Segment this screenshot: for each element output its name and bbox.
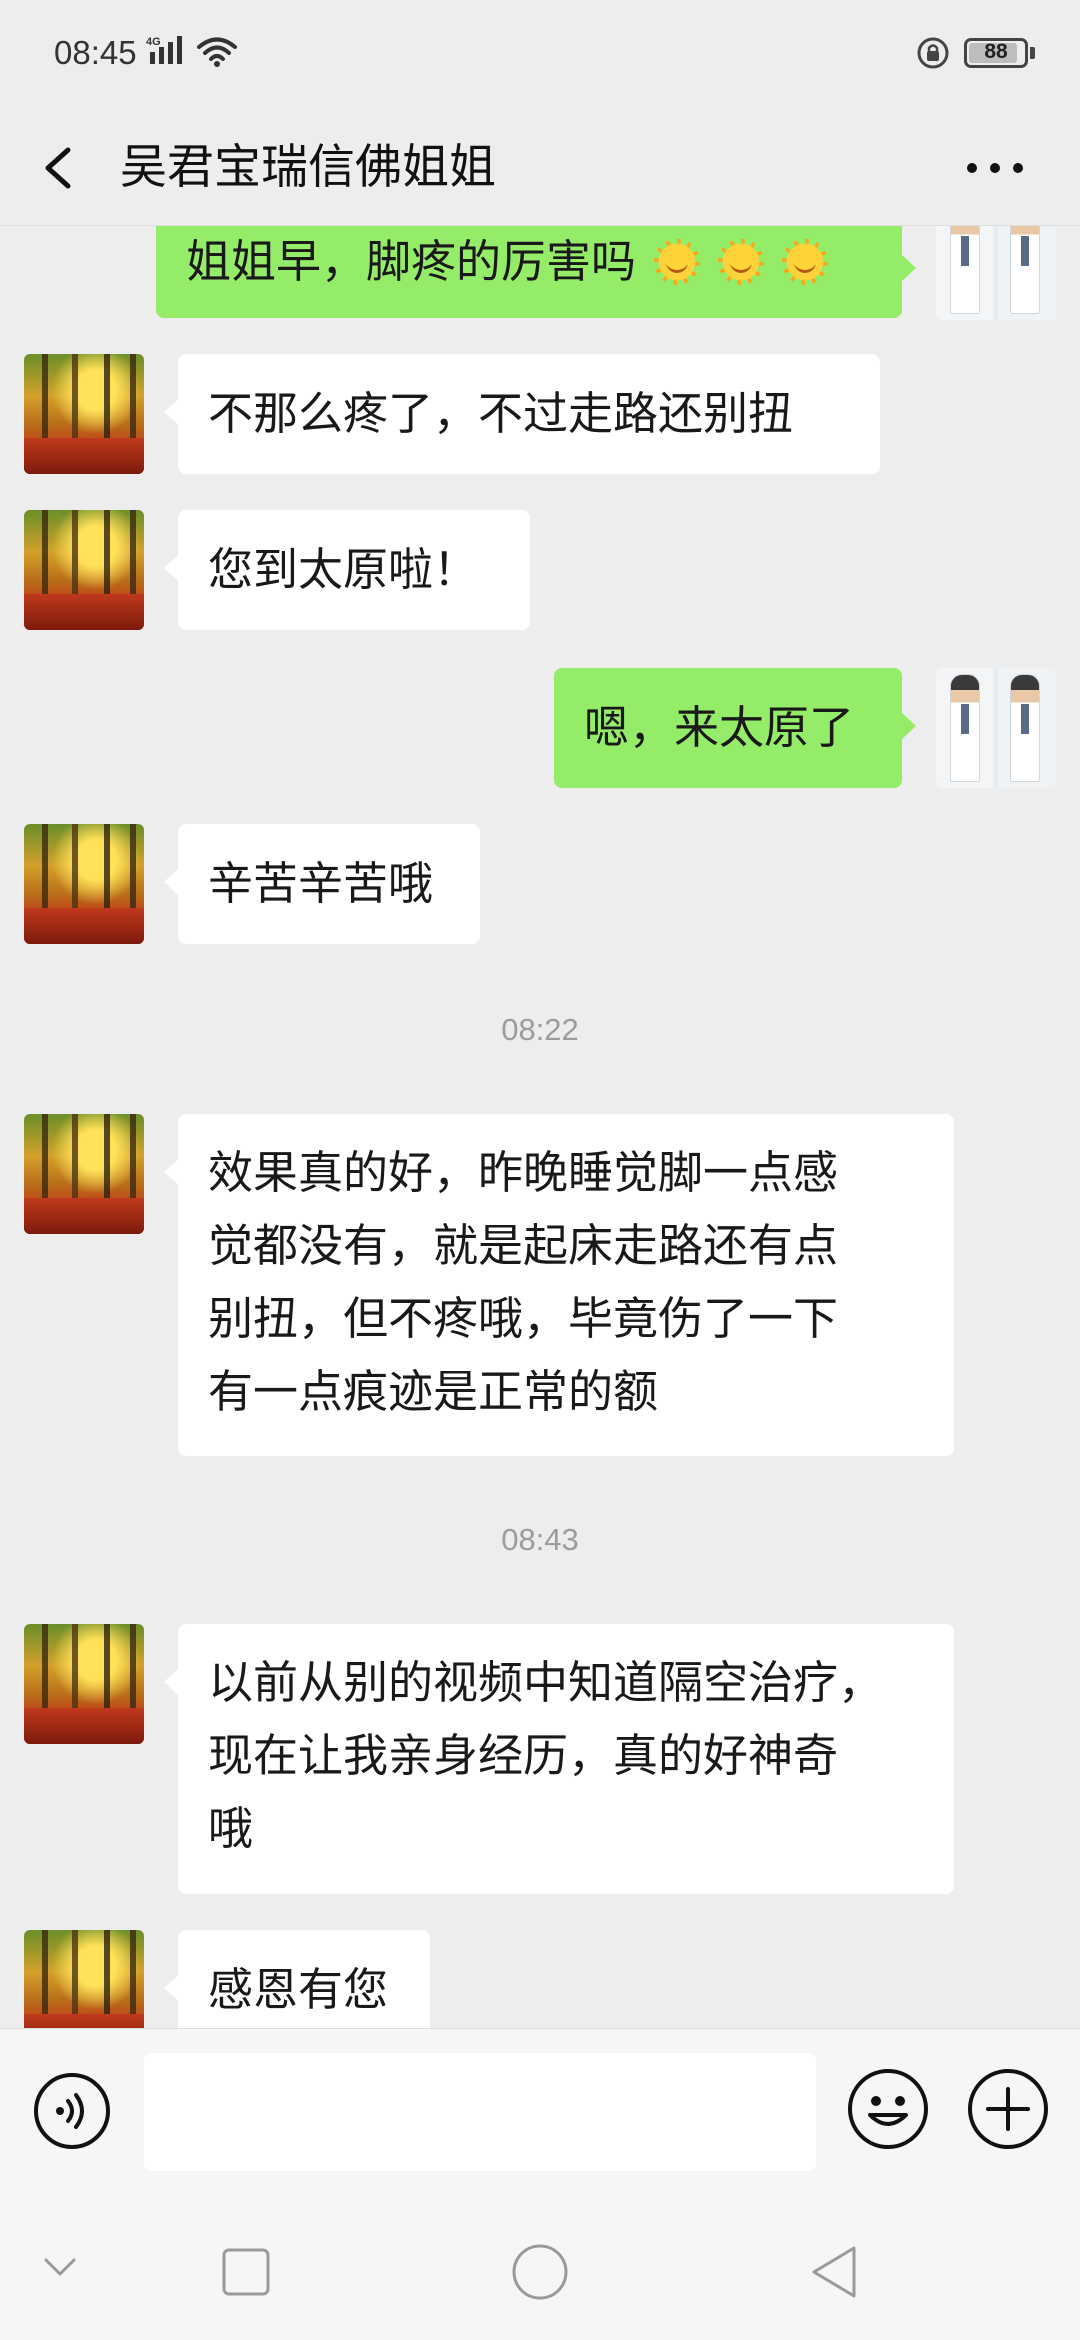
emoji-icon[interactable] (846, 2067, 930, 2151)
message-line: 现在让我亲身经历，真的好神奇 (208, 1729, 839, 1782)
message-bubble-incoming[interactable]: 感恩有您 (164, 1930, 430, 2028)
status-bar: 08:45 4G 88 (0, 0, 1080, 110)
signal-icon: 4G (146, 34, 192, 70)
rotation-lock-icon (916, 36, 950, 74)
message-bubble-incoming[interactable]: 效果真的好，昨晚睡觉脚一点感 觉都没有，就是起床走路还有点 别扭，但不疼哦，毕竟… (164, 1114, 954, 1456)
message-input[interactable] (144, 2053, 816, 2171)
chat-header: 吴君宝瑞信佛姐姐 (0, 110, 1080, 226)
sun-emoji-icon (654, 239, 701, 285)
message-text: 嗯，来太原了 (584, 701, 855, 754)
message-text: 辛苦辛苦哦 (208, 857, 434, 910)
message-line: 觉都没有，就是起床走路还有点 (208, 1219, 839, 1272)
voice-icon[interactable] (32, 2071, 112, 2151)
message-text: 您到太原啦！ (208, 543, 479, 596)
message-line: 哦 (208, 1802, 254, 1855)
message-text: 不那么疼了，不过走路还别扭 (208, 387, 794, 440)
message-line: 别扭，但不疼哦，毕竟伤了一下 (208, 1292, 839, 1345)
chat-messages[interactable]: 姐姐早，脚疼的厉害吗 不那么疼了，不过走路还别扭 您到太原啦！ 嗯，来太原了 辛… (0, 226, 1080, 2028)
message-line: 以前从别的视频中知道隔空治疗， (208, 1656, 884, 1709)
contact-avatar[interactable] (24, 510, 144, 630)
message-bubble-incoming[interactable]: 不那么疼了，不过走路还别扭 (164, 354, 880, 474)
message-bubble-incoming[interactable]: 辛苦辛苦哦 (164, 824, 480, 944)
message-bubble-incoming[interactable]: 以前从别的视频中知道隔空治疗， 现在让我亲身经历，真的好神奇 哦 (164, 1624, 954, 1894)
message-text: 姐姐早，脚疼的厉害吗 (186, 235, 637, 288)
message-text: 感恩有您 (208, 1963, 389, 2016)
more-dots-icon[interactable] (960, 130, 1030, 206)
back-triangle-icon[interactable] (806, 2242, 862, 2306)
nav-collapse-icon[interactable] (40, 2252, 80, 2286)
message-line: 有一点痕迹是正常的额 (208, 1365, 659, 1418)
recent-apps-icon[interactable] (220, 2246, 272, 2302)
system-nav-bar (0, 2204, 1080, 2340)
contact-avatar[interactable] (24, 1624, 144, 1744)
wifi-icon (196, 36, 238, 72)
contact-avatar[interactable] (24, 354, 144, 474)
contact-avatar[interactable] (24, 824, 144, 944)
input-bar (0, 2028, 1080, 2204)
sun-emoji-icon (782, 239, 829, 285)
message-bubble-incoming[interactable]: 您到太原啦！ (164, 510, 530, 630)
message-bubble-outgoing[interactable]: 嗯，来太原了 (554, 668, 916, 788)
home-icon[interactable] (510, 2242, 570, 2306)
message-timestamp: 08:43 (501, 1522, 579, 1557)
message-bubble-outgoing[interactable]: 姐姐早，脚疼的厉害吗 (156, 226, 916, 318)
my-avatar[interactable] (936, 226, 1056, 320)
message-line: 效果真的好，昨晚睡觉脚一点感 (208, 1146, 839, 1199)
plus-icon[interactable] (966, 2067, 1050, 2151)
status-time: 08:45 (54, 34, 137, 71)
contact-avatar[interactable] (24, 1114, 144, 1234)
contact-avatar[interactable] (24, 1930, 144, 2028)
my-avatar[interactable] (936, 668, 1056, 788)
battery-text: 88 (984, 40, 1008, 63)
network-type: 4G (146, 36, 161, 48)
chat-title: 吴君宝瑞信佛姐姐 (120, 140, 496, 195)
battery-tip (1030, 47, 1035, 59)
sun-emoji-icon (718, 239, 765, 285)
battery-icon: 88 (964, 38, 1028, 68)
back-arrow-icon[interactable] (36, 128, 86, 208)
message-timestamp: 08:22 (501, 1012, 579, 1047)
